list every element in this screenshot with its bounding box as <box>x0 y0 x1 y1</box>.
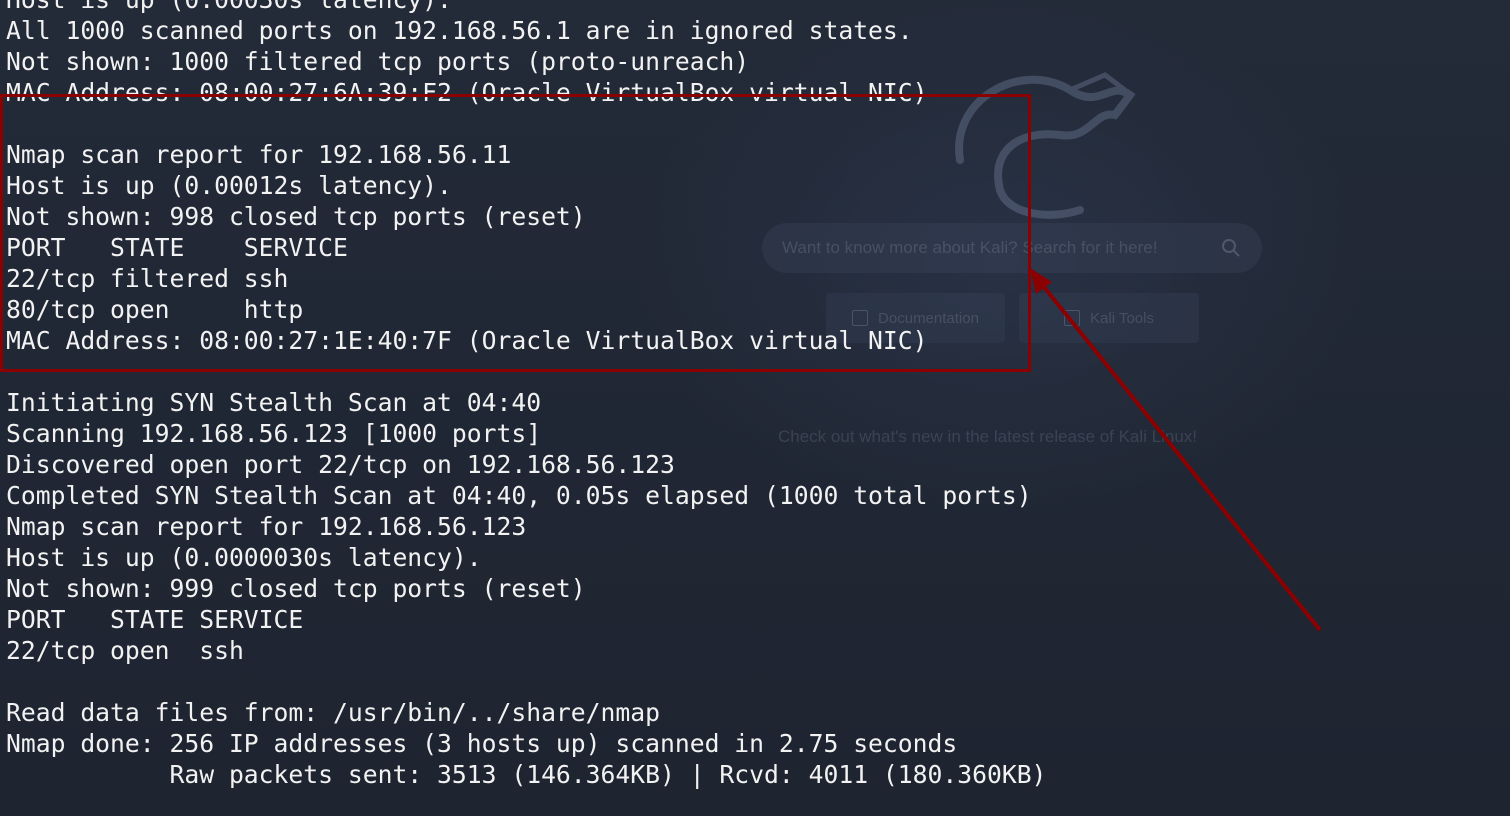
terminal-line: Host is up (0.00030s latency). <box>6 0 1046 15</box>
terminal-line: Completed SYN Stealth Scan at 04:40, 0.0… <box>6 481 1032 510</box>
terminal-line: Read data files from: /usr/bin/../share/… <box>6 698 660 727</box>
tools-icon <box>1064 310 1081 326</box>
terminal-line: Nmap scan report for 192.168.56.123 <box>6 512 527 541</box>
kali-tools-label: Kali Tools <box>1090 309 1154 327</box>
terminal-line: Not shown: 999 closed tcp ports (reset) <box>6 574 586 603</box>
terminal-line: Raw packets sent: 3513 (146.364KB) | Rcv… <box>6 760 1047 789</box>
terminal-line: All 1000 scanned ports on 192.168.56.1 a… <box>6 16 913 45</box>
terminal-line: Initiating SYN Stealth Scan at 04:40 <box>6 388 542 417</box>
terminal-line: Scanning 192.168.56.123 [1000 ports] <box>6 419 542 448</box>
terminal-line: Not shown: 1000 filtered tcp ports (prot… <box>6 47 750 76</box>
terminal-line: Nmap done: 256 IP addresses (3 hosts up)… <box>6 729 958 758</box>
search-icon <box>1222 239 1240 257</box>
terminal-line: PORT STATE SERVICE <box>6 605 304 634</box>
terminal-line: Host is up (0.0000030s latency). <box>6 543 482 572</box>
terminal-line: 22/tcp open ssh <box>6 636 244 665</box>
terminal-line: Discovered open port 22/tcp on 192.168.5… <box>6 450 675 479</box>
highlight-annotation-box <box>0 94 1031 372</box>
